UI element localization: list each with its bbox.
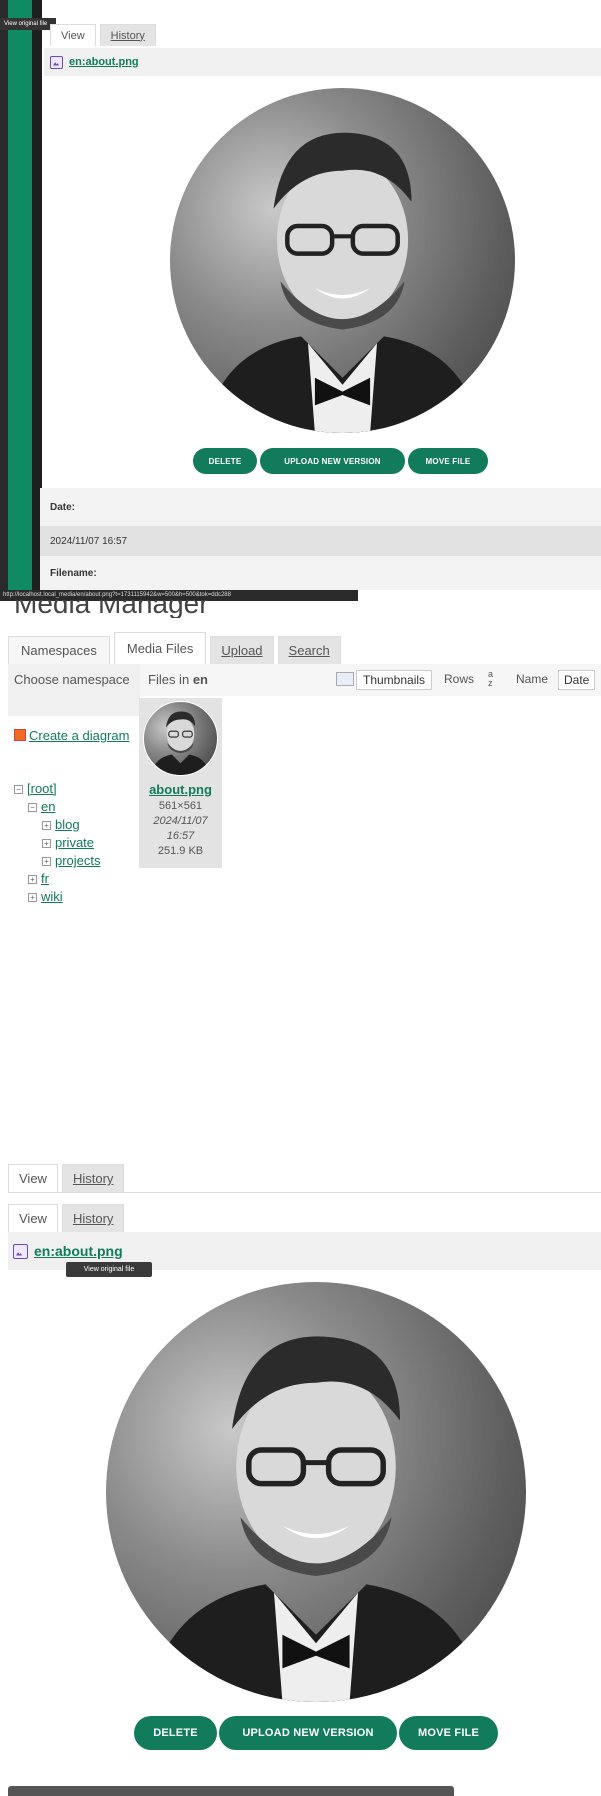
file-size: 251.9 KB — [157, 845, 204, 857]
tree-item-projects[interactable]: + projects — [14, 852, 140, 870]
portrait-image — [106, 1282, 526, 1702]
tab-history[interactable]: History — [61, 1204, 125, 1232]
thumbnail-image[interactable] — [143, 701, 218, 776]
sort-name-option[interactable]: Name — [516, 672, 548, 686]
collapse-icon[interactable]: − — [14, 785, 23, 795]
tree-item-private[interactable]: + private — [14, 834, 140, 852]
portrait-drawing — [204, 132, 481, 433]
tab-history[interactable]: History — [61, 1164, 125, 1192]
files-in-namespace: en — [192, 672, 208, 687]
move-file-button[interactable]: MOVE FILE — [399, 1716, 498, 1750]
bottom-status-bar — [8, 1786, 454, 1796]
expand-icon[interactable]: + — [42, 857, 51, 867]
status-bar-url: http://localhost.local_media/en/about.pn… — [0, 590, 358, 601]
files-in-label: Files in en — [148, 672, 208, 687]
expand-icon[interactable]: + — [42, 821, 51, 831]
upload-new-version-button[interactable]: UPLOAD NEW VERSION — [260, 448, 405, 474]
tooltip: View original file — [66, 1262, 152, 1277]
image-file-icon — [50, 55, 63, 69]
top-preview-panel: View original file View History en:about… — [0, 0, 601, 601]
tree-item-blog[interactable]: + blog — [14, 816, 140, 834]
tab-view[interactable]: View — [50, 24, 96, 46]
sort-icon: az — [488, 669, 494, 688]
delete-button[interactable]: DELETE — [134, 1716, 217, 1750]
rows-option[interactable]: Rows — [444, 672, 474, 686]
image-file-icon — [13, 1243, 28, 1259]
tab-underline — [8, 1192, 601, 1193]
left-sidebar-strip — [0, 0, 8, 590]
create-diagram-link[interactable]: Create a diagram — [14, 726, 134, 746]
file-link[interactable]: en:about.png — [34, 1243, 123, 1259]
file-name-link[interactable]: about.png — [139, 782, 222, 797]
green-sidebar — [8, 0, 32, 590]
top-tab-bar: View History — [50, 22, 160, 46]
file-thumbnail-card[interactable]: about.png 561×561 2024/11/07 16:57 251.9… — [139, 698, 222, 868]
meta-filename-label: Filename: — [50, 567, 97, 579]
files-header-bar: Files in en Thumbnails Rows az Name Date — [140, 664, 601, 696]
tree-item-root[interactable]: − [root] — [14, 780, 140, 798]
delete-button[interactable]: DELETE — [193, 448, 257, 474]
thumbnails-icon[interactable] — [336, 672, 354, 686]
upload-new-version-button[interactable]: UPLOAD NEW VERSION — [219, 1716, 397, 1750]
bottom-tab-bar-1: View History — [8, 1164, 128, 1192]
meta-date-value: 2024/11/07 16:57 — [50, 535, 128, 547]
tab-view[interactable]: View — [8, 1204, 58, 1232]
tree-item-wiki[interactable]: + wiki — [14, 888, 140, 906]
portrait-image — [170, 88, 515, 433]
file-time: 16:57 — [166, 830, 195, 842]
collapse-icon[interactable]: − — [28, 803, 37, 813]
media-manager-tabs: Namespaces Media Files Upload Search — [8, 632, 345, 664]
tab-history[interactable]: History — [99, 24, 156, 46]
expand-icon[interactable]: + — [28, 875, 37, 885]
expand-icon[interactable]: + — [42, 839, 51, 849]
file-date: 2024/11/07 — [153, 815, 208, 827]
file-link[interactable]: en:about.png — [69, 56, 139, 68]
meta-date-label-row: Date: — [40, 488, 601, 526]
meta-date-value-row: 2024/11/07 16:57 — [40, 526, 601, 556]
tab-upload[interactable]: Upload — [210, 636, 274, 664]
tree-item-en[interactable]: − en — [14, 798, 140, 816]
tab-namespaces[interactable]: Namespaces — [8, 636, 110, 664]
namespace-tree: − [root] − en + blog + private + projects + fr… — [14, 780, 140, 906]
tree-item-fr[interactable]: + fr — [14, 870, 140, 888]
create-diagram-label: Create a diagram — [29, 728, 130, 743]
tab-media-files[interactable]: Media Files — [113, 632, 207, 664]
portrait-drawing — [148, 1336, 484, 1702]
file-dimensions: 561×561 — [158, 800, 203, 812]
bottom-tab-bar-2: View History — [8, 1204, 128, 1232]
sort-date-option[interactable]: Date — [558, 670, 596, 690]
move-file-button[interactable]: MOVE FILE — [408, 448, 488, 474]
thumbnails-option[interactable]: Thumbnails — [356, 670, 433, 690]
namespace-panel: Choose namespace Create a diagram − [root… — [8, 664, 140, 964]
meta-date-label: Date: — [50, 501, 76, 513]
tab-search[interactable]: Search — [277, 636, 341, 664]
tooltip: View original file — [0, 18, 56, 30]
tab-view[interactable]: View — [8, 1164, 58, 1192]
thumbnail-drawing — [151, 711, 210, 775]
top-file-bar: en:about.png — [44, 48, 601, 76]
meta-filename-row: Filename: — [40, 556, 601, 590]
choose-namespace-header: Choose namespace — [8, 664, 140, 716]
expand-icon[interactable]: + — [28, 893, 37, 903]
diagram-icon — [14, 729, 26, 741]
